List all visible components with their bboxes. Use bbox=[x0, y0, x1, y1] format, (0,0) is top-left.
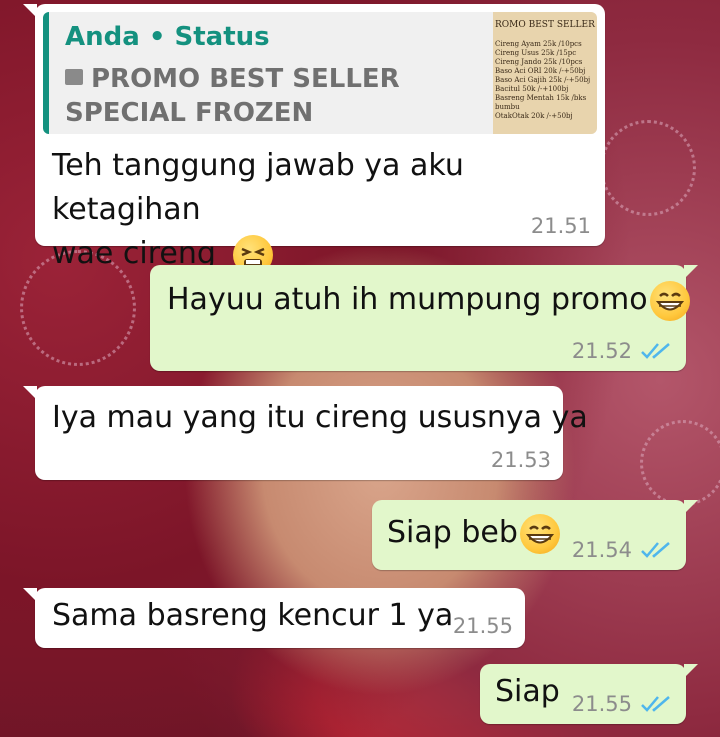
message-bubble-outgoing[interactable]: Hayuu atuh ih mumpung promo 21.52 bbox=[150, 265, 698, 371]
message-text-line: Teh tanggung jawab ya aku ketagihan bbox=[52, 148, 464, 227]
message-text: Sama basreng kencur 1 ya bbox=[52, 598, 454, 633]
wallpaper-flower-decoration bbox=[600, 120, 696, 216]
message-timestamp: 21.51 bbox=[530, 214, 591, 238]
message-bubble-incoming[interactable]: Anda • Status PROMO BEST SELLER SPECIAL … bbox=[23, 4, 605, 275]
message-timestamp: 21.53 bbox=[490, 448, 551, 472]
quoted-status-reply[interactable]: Anda • Status PROMO BEST SELLER SPECIAL … bbox=[43, 12, 597, 134]
read-receipt-double-check-icon bbox=[641, 696, 670, 712]
message-timestamp: 21.54 bbox=[571, 538, 632, 562]
thumbnail-item: Basreng Mentah 15k /bks bbox=[495, 94, 587, 102]
thumbnail-item: Cireng Jando 25k /10pcs bbox=[495, 58, 583, 66]
message-text: Teh tanggung jawab ya aku ketagihan wae … bbox=[52, 144, 597, 276]
grinning-face-emoji-icon bbox=[519, 513, 560, 554]
wallpaper-flower-decoration bbox=[640, 420, 720, 506]
thumbnail-item: bumbu bbox=[495, 103, 520, 111]
message-bubble-outgoing[interactable]: Siap beb 21.54 bbox=[372, 500, 698, 570]
message-text: Hayuu atuh ih mumpung promo bbox=[167, 278, 690, 322]
thumbnail-item: Bacitul 50k /-+100bj bbox=[495, 85, 569, 93]
message-text: Iya mau yang itu cireng ususnya ya bbox=[52, 400, 588, 435]
message-text-fragment: Hayuu atuh ih mumpung promo bbox=[167, 282, 648, 317]
thumbnail-item: Baso Aci ORI 20k /-+50bj bbox=[495, 67, 586, 75]
message-bubble-outgoing[interactable]: Siap 21.55 bbox=[480, 664, 698, 724]
message-timestamp: 21.55 bbox=[571, 692, 632, 716]
message-text: Siap bbox=[495, 674, 560, 709]
thumbnail-item: Baso Aci Gajih 25k /-+50bj bbox=[495, 76, 591, 84]
photo-icon bbox=[65, 68, 83, 85]
status-thumbnail[interactable]: ROMO BEST SELLER Cireng Ayam 25k /10pcs … bbox=[493, 12, 597, 134]
message-timestamp: 21.55 bbox=[452, 614, 513, 638]
thumbnail-item: OtakOtak 20k /-+50bj bbox=[495, 112, 573, 120]
message-bubble-incoming[interactable]: Sama basreng kencur 1 ya 21.55 bbox=[23, 588, 525, 648]
quoted-status-caption: PROMO BEST SELLER SPECIAL FROZEN bbox=[65, 64, 400, 128]
quoted-status-text: PROMO BEST SELLER SPECIAL FROZEN bbox=[65, 62, 485, 130]
thumbnail-title: ROMO BEST SELLER bbox=[495, 20, 595, 30]
message-text-fragment: Siap beb bbox=[387, 515, 518, 550]
read-receipt-double-check-icon bbox=[641, 343, 670, 359]
message-timestamp: 21.52 bbox=[571, 339, 632, 363]
grinning-face-emoji-icon bbox=[649, 280, 690, 321]
thumbnail-item: Cireng Ayam 25k /10pcs bbox=[495, 40, 582, 48]
quote-accent-bar bbox=[43, 12, 49, 134]
quoted-author: Anda • Status bbox=[65, 22, 270, 52]
message-bubble-incoming[interactable]: Iya mau yang itu cireng ususnya ya 21.53 bbox=[23, 386, 588, 480]
thumbnail-item: Cireng Usus 25k /15pc bbox=[495, 49, 577, 57]
read-receipt-double-check-icon bbox=[641, 542, 670, 558]
message-text: Siap beb bbox=[387, 511, 560, 555]
